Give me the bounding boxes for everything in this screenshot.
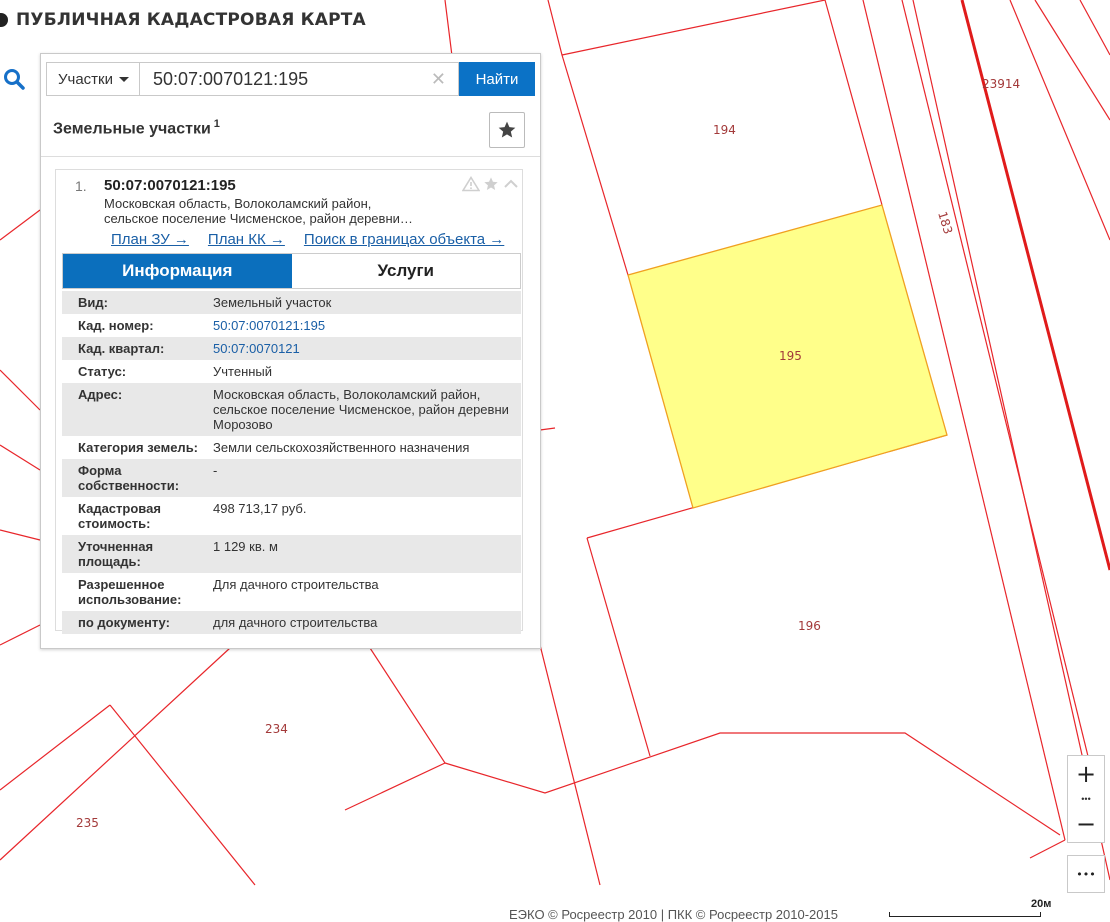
- result-address: Московская область, Волоколамский район,…: [104, 196, 464, 226]
- caret-down-icon: [119, 76, 129, 82]
- info-tabs: Информация Услуги: [62, 253, 521, 289]
- search-input-wrap: ✕: [140, 62, 459, 96]
- warning-icon[interactable]: [462, 176, 480, 192]
- info-key: Разрешенное использование:: [78, 577, 182, 607]
- chevron-up-icon[interactable]: [502, 176, 520, 192]
- app-header: ПУБЛИЧНАЯ КАДАСТРОВАЯ КАРТА: [0, 10, 366, 30]
- globe-icon: [0, 13, 8, 27]
- search-type-select[interactable]: Участки: [46, 62, 140, 96]
- info-key: Кад. квартал:: [78, 341, 165, 356]
- zoom-level-dots: •••: [1081, 794, 1091, 804]
- info-value: Учтенный: [213, 364, 273, 379]
- parcel-label-195: 195: [779, 349, 802, 363]
- info-value: -: [213, 463, 218, 478]
- info-key: Статус:: [78, 364, 127, 379]
- parcel-label-23914: 23914: [982, 77, 1020, 91]
- info-row: Разрешенное использование: Для дачного ст…: [62, 573, 521, 611]
- info-value-link[interactable]: 50:07:0070121: [213, 337, 521, 360]
- more-control: •••: [1067, 855, 1105, 893]
- search-bar: Участки ✕ Найти: [46, 62, 535, 96]
- info-row: Уточненная площадь: 1 129 кв. м: [62, 535, 521, 573]
- info-key: Адрес:: [78, 387, 123, 402]
- search-in-bounds-link[interactable]: Поиск в границах объекта →: [304, 231, 504, 248]
- star-icon[interactable]: [482, 176, 500, 192]
- tab-info[interactable]: Информация: [63, 254, 292, 288]
- info-value: для дачного строительства: [213, 615, 378, 630]
- section-divider: [41, 156, 540, 157]
- tab-services[interactable]: Услуги: [291, 254, 520, 288]
- info-row: Вид: Земельный участок: [62, 291, 521, 314]
- info-key: Кадастровая стоимость:: [78, 501, 161, 531]
- zoom-control: + ••• −: [1067, 755, 1105, 843]
- favorites-button[interactable]: [489, 112, 525, 148]
- result-cad-number[interactable]: 50:07:0070121:195: [104, 177, 236, 194]
- info-value: Земельный участок: [213, 295, 332, 310]
- star-icon: [498, 121, 516, 138]
- info-row: по документу: для дачного строительства: [62, 611, 521, 634]
- parcel-label-235: 235: [76, 816, 99, 830]
- attribution: ЕЭКО © Росреестр 2010 | ПКК © Росреестр …: [509, 907, 838, 922]
- result-count: 1: [213, 118, 220, 130]
- zoom-out-button[interactable]: −: [1068, 806, 1104, 842]
- app-title: ПУБЛИЧНАЯ КАДАСТРОВАЯ КАРТА: [16, 10, 366, 30]
- scale-label: 20м: [1031, 898, 1052, 910]
- info-value: 498 713,17 руб.: [213, 501, 307, 516]
- info-row: Категория земель: Земли сельскохозяйствен…: [62, 436, 521, 459]
- info-value: Для дачного строительства: [213, 577, 379, 592]
- parcel-label-234: 234: [265, 722, 288, 736]
- search-type-label: Участки: [58, 70, 113, 88]
- plan-kk-link[interactable]: План КК →: [208, 231, 285, 248]
- search-panel: Участки ✕ Найти Земельные участки1 1. 50…: [40, 53, 541, 649]
- info-row: Кад. номер: 50:07:0070121:195: [62, 314, 521, 337]
- result-links: План ЗУ → План КК → Поиск в границах объ…: [111, 231, 523, 248]
- info-row: Статус: Учтенный: [62, 360, 521, 383]
- result-actions: [462, 176, 520, 192]
- info-key: Форма собственности:: [78, 463, 180, 493]
- zoom-in-button[interactable]: +: [1068, 756, 1104, 792]
- info-row: Форма собственности: -: [62, 459, 521, 497]
- info-value: Земли сельскохозяйственного назначения: [213, 440, 470, 455]
- parcel-label-183: 183: [935, 210, 955, 236]
- search-input[interactable]: [153, 64, 423, 94]
- info-table: Вид: Земельный участок Кад. номер: 50:07:0…: [62, 291, 521, 634]
- result-address-line-1: Московская область, Волоколамский район,: [104, 196, 372, 211]
- plan-zu-link[interactable]: План ЗУ →: [111, 231, 189, 248]
- search-icon[interactable]: [0, 62, 28, 96]
- info-row: Кад. квартал: 50:07:0070121: [62, 337, 521, 360]
- info-key: по документу:: [78, 615, 170, 630]
- info-value: Московская область, Волоколамский район,…: [213, 387, 509, 432]
- info-row: Адрес: Московская область, Волоколамский …: [62, 383, 521, 436]
- section-title: Земельные участки 1: [53, 118, 220, 138]
- parcel-label-196: 196: [798, 619, 821, 633]
- info-key: Уточненная площадь:: [78, 539, 154, 569]
- result-address-line-2: сельское поселение Чисменское, район дер…: [104, 211, 413, 226]
- clear-icon[interactable]: ✕: [431, 69, 446, 90]
- info-row: Кадастровая стоимость: 498 713,17 руб.: [62, 497, 521, 535]
- result-card: 1. 50:07:0070121:195 Московская область,…: [55, 169, 523, 634]
- parcel-label-194: 194: [713, 123, 736, 137]
- scale-bar: [889, 912, 1041, 917]
- result-index: 1.: [75, 178, 87, 194]
- info-value-link[interactable]: 50:07:0070121:195: [213, 314, 521, 337]
- info-key: Вид:: [78, 295, 108, 310]
- info-value: 1 129 кв. м: [213, 539, 278, 554]
- info-key: Кад. номер:: [78, 318, 154, 333]
- more-button[interactable]: •••: [1068, 856, 1104, 892]
- info-key: Категория земель:: [78, 440, 199, 455]
- section-title-text: Земельные участки: [53, 120, 211, 138]
- find-button[interactable]: Найти: [459, 62, 535, 96]
